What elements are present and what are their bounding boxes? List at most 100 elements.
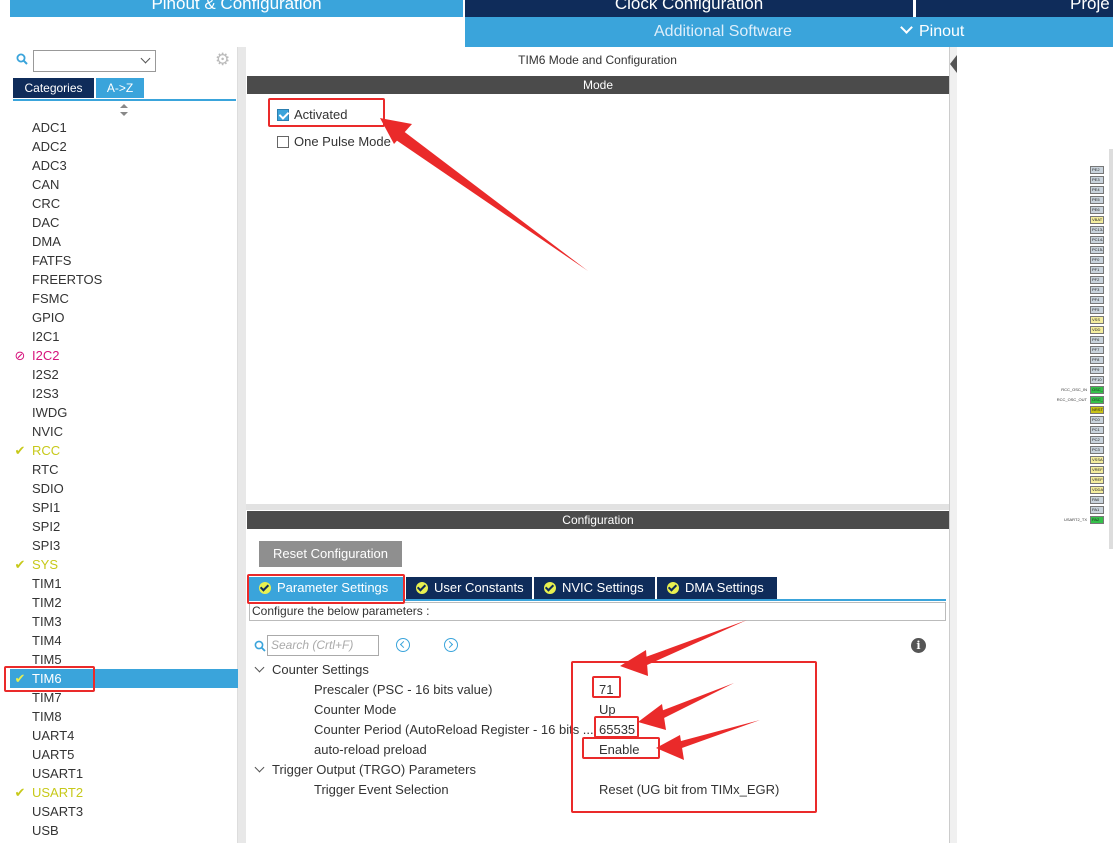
peripheral-item-label: UART5 <box>32 747 75 762</box>
chip-pin[interactable]: PE6 <box>1090 206 1104 214</box>
chip-pin[interactable]: PF4 <box>1090 296 1104 304</box>
tab-nvic-settings[interactable]: NVIC Settings <box>534 577 655 599</box>
chip-pin[interactable]: PF2 <box>1090 276 1104 284</box>
peripheral-item[interactable]: TIM4 <box>10 631 238 650</box>
chevron-down-icon[interactable] <box>254 762 265 773</box>
chip-pin[interactable]: PA2 <box>1090 516 1104 524</box>
chip-pin[interactable]: PF7 <box>1090 346 1104 354</box>
search-icon[interactable] <box>16 53 28 65</box>
tab-project-manager[interactable]: Proje <box>916 0 1113 17</box>
collapse-left-icon[interactable] <box>950 55 957 73</box>
chip-pin[interactable]: VDD <box>1090 326 1104 334</box>
peripheral-item[interactable]: SPI3 <box>10 536 238 555</box>
peripheral-item[interactable]: SDIO <box>10 479 238 498</box>
chip-pin[interactable]: PC2 <box>1090 436 1104 444</box>
chip-pin[interactable]: PC1 <box>1090 426 1104 434</box>
chip-pin[interactable]: PF8 <box>1090 356 1104 364</box>
peripheral-item[interactable]: I2C1 <box>10 327 238 346</box>
chip-pin[interactable]: PF1 <box>1090 266 1104 274</box>
gear-icon[interactable]: ⚙ <box>215 51 232 68</box>
peripheral-item[interactable]: DAC <box>10 213 238 232</box>
tab-a-to-z[interactable]: A->Z <box>96 78 144 98</box>
chevron-down-icon[interactable] <box>254 662 265 673</box>
chip-pin[interactable]: PF9 <box>1090 366 1104 374</box>
chip-pin[interactable]: VREF+ <box>1090 476 1104 484</box>
one-pulse-mode-checkbox[interactable] <box>277 136 289 148</box>
peripheral-item[interactable]: IWDG <box>10 403 238 422</box>
peripheral-item[interactable]: NVIC <box>10 422 238 441</box>
search-previous-button[interactable] <box>396 638 410 652</box>
peripheral-item[interactable]: TIM8 <box>10 707 238 726</box>
peripheral-item-label: SPI2 <box>32 519 61 534</box>
peripheral-item[interactable]: USB <box>10 821 238 840</box>
peripheral-item[interactable]: TIM1 <box>10 574 238 593</box>
peripheral-item[interactable]: I2S2 <box>10 365 238 384</box>
chip-pin[interactable]: VSSA <box>1090 456 1104 464</box>
pinout-collapse-bar[interactable] <box>949 47 957 843</box>
peripheral-item[interactable]: ✔ USART2 <box>10 783 238 802</box>
chip-pin[interactable]: PE4 <box>1090 186 1104 194</box>
peripheral-item[interactable]: ✔ RCC <box>10 441 238 460</box>
peripheral-item[interactable]: TIM2 <box>10 593 238 612</box>
peripheral-item[interactable]: USART3 <box>10 802 238 821</box>
peripheral-item[interactable]: ADC3 <box>10 156 238 175</box>
chip-pin[interactable]: PA0 <box>1090 496 1104 504</box>
peripheral-item[interactable]: CAN <box>10 175 238 194</box>
chip-pin[interactable]: OSC_OUT <box>1090 396 1104 404</box>
tab-categories[interactable]: Categories <box>13 78 94 98</box>
reset-configuration-button[interactable]: Reset Configuration <box>259 541 402 567</box>
parameter-search-input[interactable]: Search (Crtl+F) <box>267 635 379 656</box>
left-panel-scrollbar[interactable] <box>238 47 246 843</box>
peripheral-item[interactable]: SPI1 <box>10 498 238 517</box>
peripheral-item[interactable]: USART1 <box>10 764 238 783</box>
peripheral-item[interactable]: I2S3 <box>10 384 238 403</box>
peripheral-item[interactable]: ✔ SYS <box>10 555 238 574</box>
chip-pin[interactable]: PE2 <box>1090 166 1104 174</box>
peripheral-item[interactable]: DMA <box>10 232 238 251</box>
peripheral-item[interactable]: UART5 <box>10 745 238 764</box>
peripheral-item[interactable]: SPI2 <box>10 517 238 536</box>
tab-dma-settings[interactable]: DMA Settings <box>657 577 777 599</box>
peripheral-item[interactable]: UART4 <box>10 726 238 745</box>
peripheral-item[interactable]: CRC <box>10 194 238 213</box>
pinout-menu-button[interactable]: Pinout <box>900 21 964 41</box>
chip-pin[interactable]: OSC_IN <box>1090 386 1104 394</box>
peripheral-search-combo[interactable] <box>33 50 156 72</box>
chip-pin[interactable]: PC3 <box>1090 446 1104 454</box>
peripheral-item[interactable]: ADC1 <box>10 118 238 137</box>
peripheral-item[interactable]: FATFS <box>10 251 238 270</box>
chip-pin[interactable]: VSS <box>1090 316 1104 324</box>
chip-pin[interactable]: PC15- <box>1090 246 1104 254</box>
chip-pin[interactable]: PC13- <box>1090 226 1104 234</box>
peripheral-item[interactable]: ADC2 <box>10 137 238 156</box>
info-icon[interactable]: i <box>911 638 926 653</box>
peripheral-item[interactable]: ⊘ I2C2 <box>10 346 238 365</box>
chip-pin[interactable]: PF6 <box>1090 336 1104 344</box>
tab-clock-configuration[interactable]: Clock Configuration <box>465 0 913 17</box>
peripheral-item[interactable]: FREERTOS <box>10 270 238 289</box>
chip-pin[interactable]: NRST <box>1090 406 1104 414</box>
peripheral-item[interactable]: FSMC <box>10 289 238 308</box>
chip-pin[interactable]: PE3 <box>1090 176 1104 184</box>
peripheral-item[interactable]: RTC <box>10 460 238 479</box>
chip-pin[interactable]: PC14- <box>1090 236 1104 244</box>
peripheral-item[interactable]: GPIO <box>10 308 238 327</box>
peripheral-item[interactable]: TIM3 <box>10 612 238 631</box>
chip-pin[interactable]: VBAT <box>1090 216 1104 224</box>
search-next-button[interactable] <box>444 638 458 652</box>
chip-pin[interactable]: PF10 <box>1090 376 1104 384</box>
chip-pin[interactable]: PF5 <box>1090 306 1104 314</box>
additional-software-button[interactable]: Additional Software <box>654 23 792 41</box>
one-pulse-mode-checkbox-row[interactable]: One Pulse Mode <box>277 133 391 151</box>
chip-pin[interactable]: PA1 <box>1090 506 1104 514</box>
tab-user-constants[interactable]: User Constants <box>406 577 532 599</box>
chip-pin[interactable]: VREF- <box>1090 466 1104 474</box>
chip-pin[interactable]: PE5 <box>1090 196 1104 204</box>
sort-icon[interactable] <box>119 104 129 116</box>
panel-splitter[interactable] <box>246 504 949 510</box>
chip-pin[interactable]: PC0 <box>1090 416 1104 424</box>
chip-pin[interactable]: PF0 <box>1090 256 1104 264</box>
chip-pin[interactable]: PF3 <box>1090 286 1104 294</box>
tab-pinout-configuration[interactable]: Pinout & Configuration <box>10 0 463 17</box>
chip-pin[interactable]: VDDA <box>1090 486 1104 494</box>
